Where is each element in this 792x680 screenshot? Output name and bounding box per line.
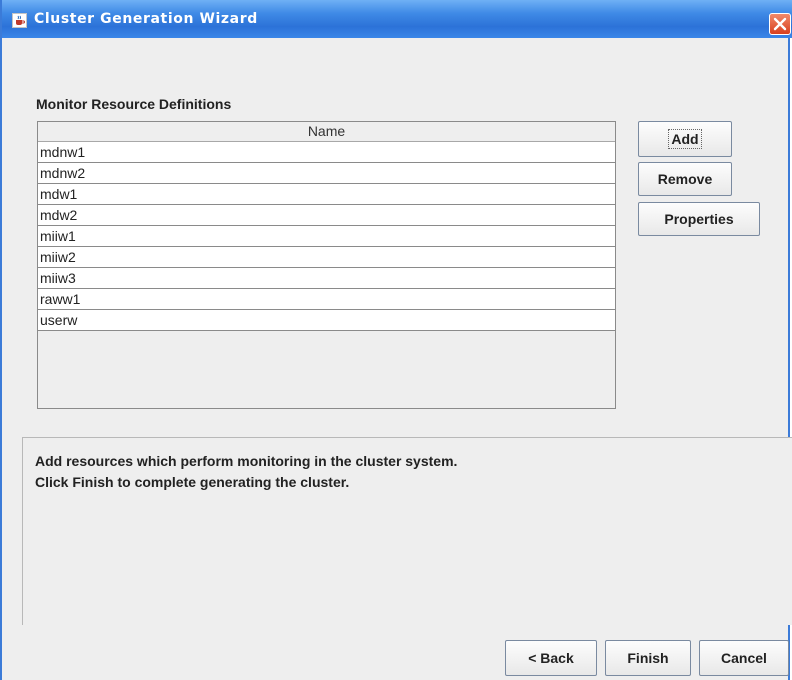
properties-button-label: Properties xyxy=(664,211,734,227)
properties-button[interactable]: Properties xyxy=(638,202,760,236)
table-row[interactable]: userw xyxy=(38,310,615,331)
table-row[interactable]: mdw2 xyxy=(38,205,615,226)
cancel-button-label: Cancel xyxy=(721,650,767,666)
wizard-window: Cluster Generation Wizard Monitor Resour… xyxy=(0,0,792,680)
close-icon[interactable] xyxy=(769,13,791,35)
add-button[interactable]: Add xyxy=(638,121,732,157)
add-button-label: Add xyxy=(668,129,702,149)
table-row[interactable]: mdnw2 xyxy=(38,163,615,184)
back-button-label: < Back xyxy=(528,650,574,666)
remove-button[interactable]: Remove xyxy=(638,162,732,196)
table-row[interactable]: miiw2 xyxy=(38,247,615,268)
cancel-button[interactable]: Cancel xyxy=(699,640,789,676)
description-line-2: Click Finish to complete generating the … xyxy=(35,474,350,490)
monitor-resource-definitions-label: Monitor Resource Definitions xyxy=(36,96,231,112)
remove-button-label: Remove xyxy=(657,171,713,187)
section-label-text: Monitor Resource Definitions xyxy=(36,96,232,112)
table-row[interactable]: mdw1 xyxy=(38,184,615,205)
description-panel: Add resources which perform monitoring i… xyxy=(22,437,792,625)
table-row[interactable]: miiw3 xyxy=(38,268,615,289)
description-line-1: Add resources which perform monitoring i… xyxy=(35,453,458,469)
table-row[interactable]: miiw1 xyxy=(38,226,615,247)
table-row[interactable]: raww1 xyxy=(38,289,615,310)
java-cup-icon xyxy=(12,13,27,28)
window-title: Cluster Generation Wizard xyxy=(34,11,258,27)
table-body: mdnw1 mdnw2 mdw1 mdw2 miiw1 miiw2 miiw3 … xyxy=(38,142,615,331)
back-button[interactable]: < Back xyxy=(505,640,597,676)
finish-button-label: Finish xyxy=(627,650,669,666)
table-row[interactable]: mdnw1 xyxy=(38,142,615,163)
finish-button[interactable]: Finish xyxy=(605,640,691,676)
monitor-resource-table[interactable]: Name mdnw1 mdnw2 mdw1 mdw2 miiw1 miiw2 m… xyxy=(37,121,616,409)
table-header-name[interactable]: Name xyxy=(38,122,615,142)
title-bar[interactable]: Cluster Generation Wizard xyxy=(2,0,792,38)
